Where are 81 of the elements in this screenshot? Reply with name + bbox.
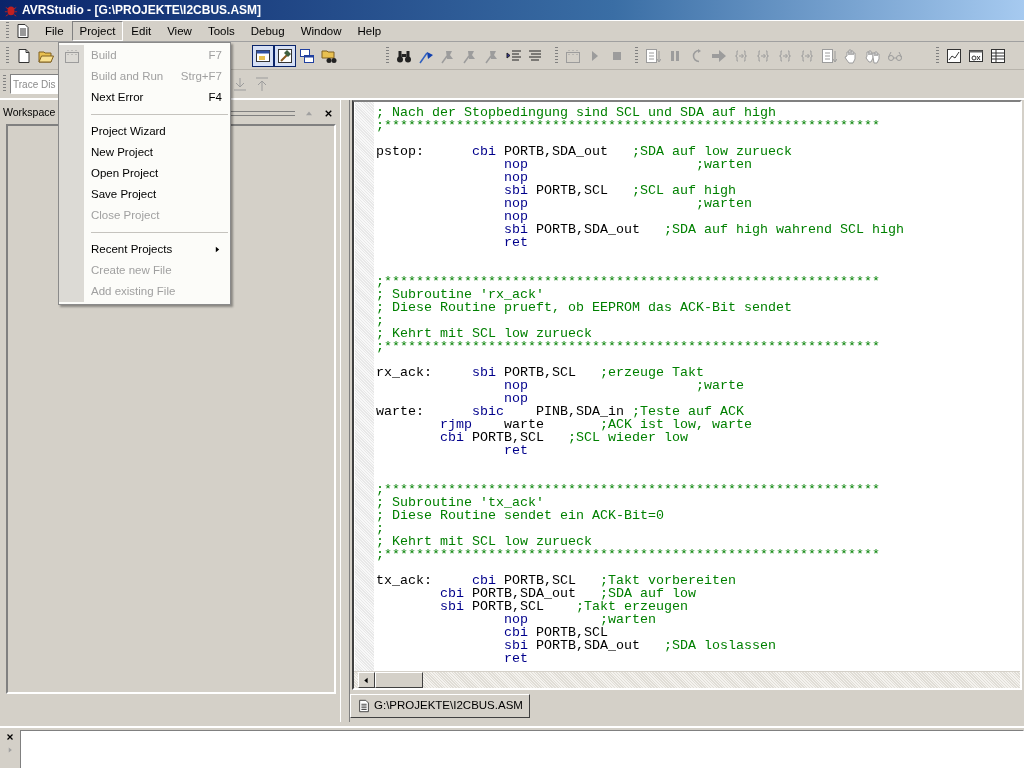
tab-label[interactable]: G:\PROJEKTE\I2CBUS.ASM bbox=[374, 697, 523, 715]
code-line: ; Nach der Stopbedingung sind SCL und SDA auf high bbox=[376, 106, 776, 119]
code-line: ; Diese Routine sendet ein ACK-Bit=0 bbox=[376, 509, 664, 522]
menu-item[interactable]: File bbox=[37, 21, 72, 41]
menu-item[interactable]: Recent Projects bbox=[84, 239, 230, 260]
code-line: ; Subroutine 'rx_ack' bbox=[376, 288, 544, 301]
code-line: tx_ack: cbi PORTB,SCL ;Takt vorbereiten bbox=[376, 574, 736, 587]
code-line: sbi PORTB,SCL ;Takt erzeugen bbox=[439, 600, 688, 613]
arrow-left-icon[interactable] bbox=[362, 675, 371, 685]
table-icon[interactable] bbox=[990, 47, 1006, 64]
code-line: nop bbox=[503, 210, 528, 223]
submenu-arrow-icon bbox=[213, 245, 222, 254]
toolbar-grip[interactable] bbox=[386, 46, 389, 65]
panel-title: Workspace bbox=[3, 105, 56, 121]
code-line: nop bbox=[503, 392, 528, 405]
code-line: sbi PORTB,SCL ;SCL auf high bbox=[503, 184, 736, 197]
scroll-left-button[interactable] bbox=[358, 672, 375, 688]
code-line: nop ;warten bbox=[503, 197, 752, 210]
outdent-icon[interactable] bbox=[528, 47, 544, 64]
code-line: ret bbox=[503, 236, 528, 249]
code-line: ;************************************************************** bbox=[376, 548, 880, 561]
menu-item[interactable]: Open Project bbox=[84, 163, 230, 184]
shortcut-text: F7 bbox=[208, 47, 222, 63]
document-icon bbox=[357, 699, 371, 713]
menu-item[interactable]: Debug bbox=[242, 21, 293, 41]
chart-window-icon[interactable] bbox=[946, 47, 962, 64]
shortcut-text: F4 bbox=[208, 89, 222, 105]
code-line: nop ;warte bbox=[503, 379, 744, 392]
folder-binoculars-icon[interactable] bbox=[321, 47, 337, 64]
code-line: nop bbox=[503, 171, 528, 184]
menu-item[interactable]: Save Project bbox=[84, 184, 230, 205]
window-icon[interactable] bbox=[968, 47, 984, 64]
code-line: ;************************************************************** bbox=[376, 275, 880, 288]
menu-item[interactable]: Project Wizard bbox=[84, 121, 230, 142]
grid-icon bbox=[63, 48, 80, 64]
menu-item[interactable]: Help bbox=[349, 21, 390, 41]
scrollbar-thumb[interactable] bbox=[375, 672, 423, 688]
window-title: AVRStudio - [G:\PROJEKTE\I2CBUS.ASM] bbox=[22, 2, 262, 19]
code-line: ; bbox=[376, 314, 384, 327]
code-line: rx_ack: sbi PORTB,SCL ;erzeuge Takt bbox=[376, 366, 704, 379]
code-line: ; bbox=[376, 522, 384, 535]
indent-icon[interactable] bbox=[506, 47, 522, 64]
toolbar-grip[interactable] bbox=[555, 46, 558, 65]
code-line: rjmp warte ;ACK ist low, warte bbox=[439, 418, 752, 431]
code-line: ; Diese Routine prueft, ob EEPROM das ACK-Bit sendet bbox=[376, 301, 792, 314]
toolbar-grip[interactable] bbox=[6, 46, 9, 65]
code-line: ;************************************************************** bbox=[376, 119, 880, 132]
menu-item[interactable]: View bbox=[159, 21, 200, 41]
code-line: ;************************************************************** bbox=[376, 340, 880, 353]
panel-splitter[interactable] bbox=[340, 100, 350, 722]
document-tab[interactable]: G:\PROJEKTE\I2CBUS.ASM bbox=[350, 694, 530, 718]
menu-item[interactable]: Project bbox=[71, 21, 124, 41]
shortcut-text: Strg+F7 bbox=[180, 68, 222, 84]
code-line: pstop: cbi PORTB,SDA_out ;SDA auf low zurueck bbox=[376, 145, 792, 158]
code-line: ret bbox=[503, 652, 528, 665]
code-line: warte: sbic PINB,SDA_in ;Teste auf ACK bbox=[376, 405, 744, 418]
code-line: ret bbox=[503, 444, 528, 457]
toolbar-grip[interactable] bbox=[635, 46, 638, 65]
code-line: nop ;warten bbox=[503, 613, 656, 626]
code-line: ; Kehrt mit SCL low zurueck bbox=[376, 327, 592, 340]
toolbar-grip[interactable] bbox=[3, 75, 6, 93]
menu-item[interactable]: Next Error F4 bbox=[84, 87, 230, 108]
code-line: ; Subroutine 'tx_ack' bbox=[376, 496, 544, 509]
code-line: sbi PORTB,SDA_out ;SDA loslassen bbox=[503, 639, 776, 652]
new-file-icon[interactable] bbox=[16, 47, 32, 64]
code-line: nop ;warten bbox=[503, 158, 752, 171]
menu-item[interactable]: Edit bbox=[123, 21, 160, 41]
code-line: cbi PORTB,SDA_out ;SDA auf low bbox=[439, 587, 696, 600]
menu-item[interactable]: Tools bbox=[199, 21, 243, 41]
code-line: ; Kehrt mit SCL low zurueck bbox=[376, 535, 592, 548]
code-line: sbi PORTB,SDA_out ;SDA auf high wahrend SCL high bbox=[503, 223, 904, 236]
code-line: cbi PORTB,SCL ;SCL wieder low bbox=[439, 431, 688, 444]
document-icon[interactable] bbox=[15, 23, 31, 39]
code-line: ;************************************************************** bbox=[376, 483, 880, 496]
menu-item[interactable]: Window bbox=[292, 21, 350, 41]
menu-item[interactable]: New Project bbox=[84, 142, 230, 163]
close-icon[interactable] bbox=[5, 732, 15, 742]
windows-icon[interactable] bbox=[299, 47, 315, 64]
menu-grip[interactable] bbox=[6, 22, 9, 40]
code-line: cbi PORTB,SCL bbox=[503, 626, 608, 639]
toolbar-grip[interactable] bbox=[936, 46, 939, 65]
